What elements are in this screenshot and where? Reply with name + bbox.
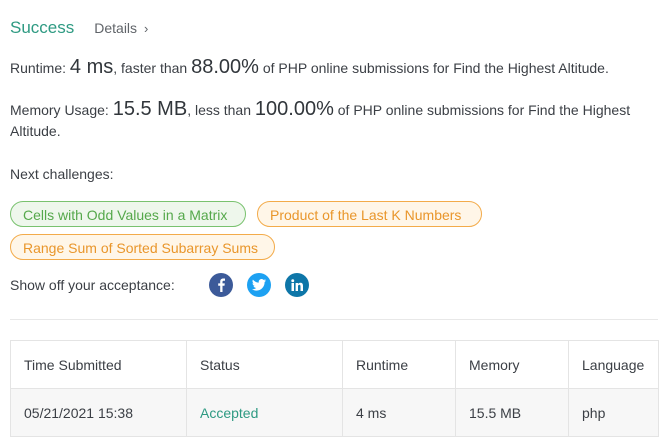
runtime-summary: Runtime: 4 ms, faster than 88.00% of PHP… bbox=[10, 57, 609, 79]
chevron-right-icon: › bbox=[144, 20, 149, 36]
section-divider bbox=[10, 319, 658, 320]
details-link[interactable]: Details › bbox=[94, 20, 148, 36]
share-label: Show off your acceptance: bbox=[10, 277, 175, 293]
runtime-value: 4 ms bbox=[69, 56, 114, 78]
details-label: Details bbox=[94, 20, 138, 36]
memory-percent: 100.00% bbox=[254, 98, 334, 120]
challenge-tag-cells-with-odd-values[interactable]: Cells with Odd Values in a Matrix bbox=[10, 201, 246, 227]
column-header-memory[interactable]: Memory bbox=[455, 340, 569, 389]
column-header-status[interactable]: Status bbox=[186, 340, 343, 389]
memory-value: 15.5 MB bbox=[112, 98, 188, 120]
cell-time-submitted: 05/21/2021 15:38 bbox=[10, 388, 187, 437]
linkedin-icon[interactable] bbox=[285, 273, 309, 297]
cell-language: php bbox=[568, 388, 659, 437]
table-header-row: Time Submitted Status Runtime Memory Lan… bbox=[10, 340, 659, 389]
cell-memory: 15.5 MB bbox=[455, 388, 569, 437]
facebook-icon[interactable] bbox=[209, 273, 233, 297]
submissions-table: Time Submitted Status Runtime Memory Lan… bbox=[10, 340, 659, 437]
memory-middle-text: , less than bbox=[187, 102, 255, 118]
twitter-icon[interactable] bbox=[247, 273, 271, 297]
memory-label: Memory Usage: bbox=[10, 102, 113, 118]
column-header-runtime[interactable]: Runtime bbox=[342, 340, 456, 389]
runtime-percent: 88.00% bbox=[191, 56, 259, 78]
challenge-tag-range-sum-of-sorted-subarray-sums[interactable]: Range Sum of Sorted Subarray Sums bbox=[10, 234, 275, 260]
cell-status-accepted-link[interactable]: Accepted bbox=[186, 388, 343, 437]
runtime-middle-text: , faster than bbox=[113, 60, 192, 76]
memory-summary: Memory Usage: 15.5 MB, less than 100.00%… bbox=[10, 99, 655, 142]
challenge-tag-product-of-last-k-numbers[interactable]: Product of the Last K Numbers bbox=[257, 201, 482, 227]
column-header-language[interactable]: Language bbox=[568, 340, 659, 389]
cell-runtime: 4 ms bbox=[342, 388, 456, 437]
table-row: 05/21/2021 15:38 Accepted 4 ms 15.5 MB p… bbox=[10, 388, 659, 437]
column-header-time-submitted[interactable]: Time Submitted bbox=[10, 340, 187, 389]
runtime-label: Runtime: bbox=[10, 60, 70, 76]
status-title: Success bbox=[10, 18, 75, 37]
next-challenges-label: Next challenges: bbox=[10, 166, 114, 182]
result-header: Success Details › bbox=[10, 18, 148, 38]
runtime-suffix: of PHP online submissions for Find the H… bbox=[258, 60, 609, 76]
